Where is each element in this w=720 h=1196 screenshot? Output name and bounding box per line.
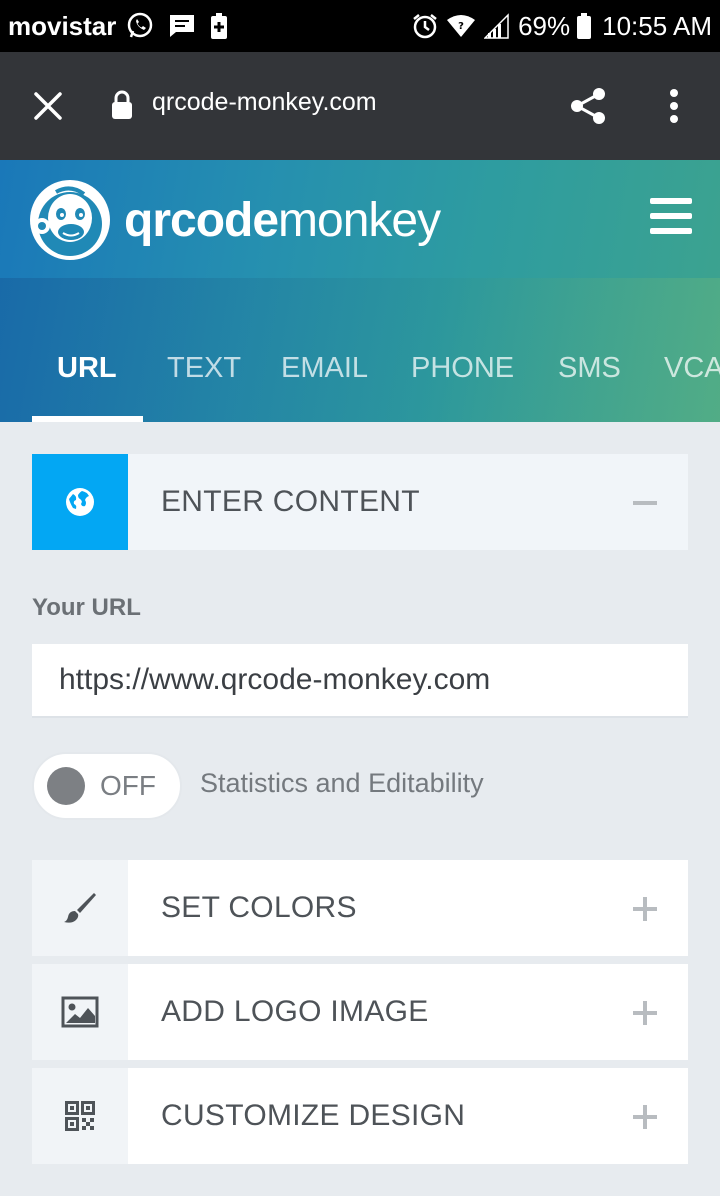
- customize-design-panel[interactable]: CUSTOMIZE DESIGN: [32, 1068, 688, 1164]
- status-bar: movistar ? 69% 10:55 AM: [0, 0, 720, 52]
- add-logo-image-label: ADD LOGO IMAGE: [161, 995, 429, 1028]
- site-logo[interactable]: qrcodemonkey: [28, 178, 441, 262]
- customize-design-label: CUSTOMIZE DESIGN: [161, 1099, 466, 1132]
- carrier-name: movistar: [8, 10, 117, 41]
- battery-percent: 69%: [518, 10, 571, 41]
- url-input[interactable]: https://www.qrcode-monkey.com: [32, 644, 688, 718]
- monkey-logo-icon: [30, 180, 110, 260]
- collapse-icon[interactable]: [632, 490, 658, 516]
- content-type-tabs: URL TEXT EMAIL PHONE SMS VCA: [0, 346, 720, 422]
- browser-toolbar: qrcode-monkey.com: [0, 52, 720, 160]
- expand-icon[interactable]: [632, 1104, 658, 1130]
- enter-content-panel[interactable]: ENTER CONTENT: [32, 454, 688, 550]
- statistics-toggle[interactable]: OFF: [32, 752, 182, 820]
- logo-wordmark: qrcodemonkey: [124, 193, 441, 248]
- clock: 10:55 AM: [602, 10, 712, 41]
- set-colors-panel[interactable]: SET COLORS: [32, 860, 688, 956]
- lock-icon: [110, 90, 134, 124]
- active-tab-indicator: [32, 416, 143, 422]
- signal-icon: [484, 13, 510, 39]
- tab-phone[interactable]: PHONE: [411, 346, 514, 422]
- tab-sms[interactable]: SMS: [558, 346, 621, 422]
- message-icon: [168, 13, 196, 39]
- whatsapp-icon: [126, 12, 154, 40]
- overflow-menu-icon[interactable]: [656, 84, 692, 128]
- logo-light-text: monkey: [278, 193, 441, 247]
- site-header: qrcodemonkey URL TEXT EMAIL PHONE SMS VC…: [0, 160, 720, 422]
- enter-content-label: ENTER CONTENT: [161, 485, 420, 518]
- logo-bold-text: qrcode: [124, 193, 279, 247]
- url-field-label: Your URL: [32, 594, 141, 621]
- address-bar-url[interactable]: qrcode-monkey.com: [152, 88, 377, 117]
- tab-email[interactable]: EMAIL: [281, 346, 368, 422]
- wifi-icon: ?: [446, 14, 476, 38]
- hamburger-menu-icon[interactable]: [650, 198, 692, 234]
- expand-icon[interactable]: [632, 1000, 658, 1026]
- qr-code-icon: [32, 1068, 128, 1164]
- toggle-state-label: OFF: [100, 770, 156, 801]
- toggle-knob: [47, 767, 85, 805]
- share-icon[interactable]: [566, 84, 610, 128]
- add-logo-image-panel[interactable]: ADD LOGO IMAGE: [32, 964, 688, 1060]
- svg-text:?: ?: [458, 21, 464, 32]
- paint-brush-icon: [32, 860, 128, 956]
- statistics-caption: Statistics and Editability: [200, 768, 484, 798]
- globe-icon: [32, 454, 128, 550]
- set-colors-label: SET COLORS: [161, 891, 357, 924]
- tab-text[interactable]: TEXT: [167, 346, 241, 422]
- expand-icon[interactable]: [632, 896, 658, 922]
- battery-icon: [576, 12, 592, 40]
- alarm-icon: [412, 13, 438, 39]
- close-icon[interactable]: [28, 86, 68, 126]
- tab-vcard[interactable]: VCA: [664, 346, 720, 422]
- image-icon: [32, 964, 128, 1060]
- tab-url[interactable]: URL: [57, 346, 117, 422]
- battery-saver-icon: [210, 12, 228, 40]
